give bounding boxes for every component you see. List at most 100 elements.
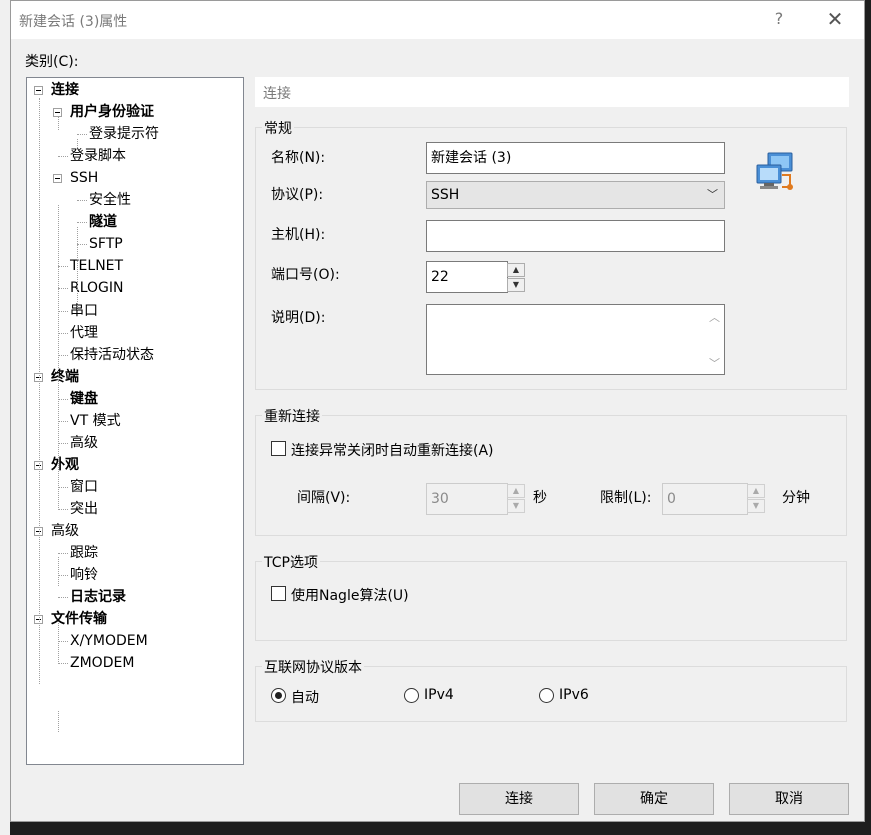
title-bar: 新建会话 (3)属性 ? ✕: [11, 1, 864, 39]
nagle-label[interactable]: 使用Nagle算法(U): [291, 585, 409, 605]
reconnect-group-title: 重新连接: [262, 406, 322, 426]
tree-item[interactable]: RLOGIN: [70, 277, 124, 299]
ipv6-radio[interactable]: [539, 688, 554, 703]
nagle-checkbox[interactable]: [271, 586, 286, 601]
tree-guide-line: [77, 134, 87, 136]
tree-guide-line: [77, 222, 87, 224]
protocol-select-value: SSH: [431, 187, 460, 203]
close-button[interactable]: ✕: [823, 7, 847, 31]
tree-guide-line: [58, 310, 68, 312]
spin-down-icon[interactable]: ▼: [507, 278, 525, 292]
tree-item[interactable]: 日志记录: [70, 586, 126, 608]
chevron-down-icon: ﹀: [707, 188, 718, 201]
tree-item[interactable]: 跟踪: [70, 542, 98, 564]
limit-unit: 分钟: [782, 490, 810, 506]
tree-item[interactable]: X/YMODEM: [70, 630, 148, 652]
spin-down-icon[interactable]: ▼: [507, 499, 525, 513]
tree-item[interactable]: 终端: [51, 366, 79, 388]
tree-guide-line: [77, 200, 87, 202]
category-label: 类别(C):: [25, 54, 79, 70]
tree-guide-line: [58, 641, 68, 643]
spin-up-icon[interactable]: ▲: [507, 263, 525, 277]
tree-guide-line: [77, 139, 78, 150]
tree-item[interactable]: 外观: [51, 454, 79, 476]
collapse-icon[interactable]: [53, 174, 62, 184]
tree-item[interactable]: 高级: [70, 432, 98, 454]
description-textarea[interactable]: ︿ ﹀: [426, 304, 725, 375]
tree-guide-line: [58, 332, 68, 334]
name-input[interactable]: 新建会话 (3): [426, 142, 725, 174]
host-label: 主机(H):: [271, 227, 326, 243]
protocol-select[interactable]: SSH ﹀: [426, 181, 725, 209]
interval-input[interactable]: 30: [426, 483, 508, 515]
collapse-icon[interactable]: [53, 108, 62, 118]
spin-up-icon[interactable]: ▲: [747, 484, 765, 498]
tree-item[interactable]: 保持活动状态: [70, 344, 154, 366]
tree-guide-line: [58, 486, 68, 488]
tree-item[interactable]: 代理: [70, 322, 98, 344]
tree-item[interactable]: 键盘: [70, 388, 98, 410]
tree-guide-line: [58, 557, 59, 586]
interval-unit: 秒: [533, 490, 547, 506]
tree-item[interactable]: 高级: [51, 520, 79, 542]
limit-label: 限制(L):: [600, 490, 652, 506]
ip-auto-label[interactable]: 自动: [291, 687, 319, 707]
collapse-icon[interactable]: [34, 86, 43, 95]
scroll-down-icon[interactable]: ﹀: [709, 355, 720, 371]
category-tree[interactable]: 连接 用户身份验证 登录提示符 登录脚本 SSH 安全性 隧道 SFTP TELNET RLOGI…: [26, 77, 244, 765]
session-properties-dialog: 新建会话 (3)属性 ? ✕ 类别(C): 连接 用户身份验证 登录提示符 登录脚本 S…: [10, 0, 865, 822]
general-group-title: 常规: [262, 118, 294, 138]
cancel-button[interactable]: 取消: [729, 783, 849, 815]
tree-item[interactable]: 响铃: [70, 564, 98, 586]
tree-item[interactable]: VT 模式: [70, 410, 121, 432]
help-button[interactable]: ?: [769, 9, 789, 28]
tree-guide-line: [58, 266, 68, 268]
ok-button[interactable]: 确定: [594, 783, 714, 815]
host-input[interactable]: [426, 220, 725, 252]
tree-item[interactable]: SFTP: [89, 233, 123, 255]
tree-item[interactable]: 登录脚本: [70, 145, 126, 167]
tree-guide-line: [58, 663, 68, 665]
description-label: 说明(D):: [271, 310, 326, 326]
tree-guide-line: [58, 398, 68, 400]
limit-input[interactable]: 0: [662, 483, 748, 515]
connect-button[interactable]: 连接: [459, 783, 579, 815]
auto-reconnect-label[interactable]: 连接异常关闭时自动重新连接(A): [291, 440, 494, 460]
tree-item[interactable]: 隧道: [89, 211, 117, 233]
spin-up-icon[interactable]: ▲: [507, 484, 525, 498]
protocol-label: 协议(P):: [271, 187, 324, 203]
port-label: 端口号(O):: [271, 267, 340, 283]
ipv4-radio[interactable]: [404, 688, 419, 703]
tree-item[interactable]: SSH: [70, 167, 98, 189]
tree-guide-line: [58, 420, 68, 422]
tree-guide-line: [58, 380, 59, 508]
tree-item[interactable]: 突出: [70, 498, 98, 520]
spin-down-icon[interactable]: ▼: [747, 499, 765, 513]
window-title: 新建会话 (3)属性: [19, 14, 128, 30]
tree-item[interactable]: 串口: [70, 300, 98, 322]
tree-item[interactable]: 安全性: [89, 189, 131, 211]
name-label: 名称(N):: [271, 150, 326, 166]
tree-guide-line: [58, 442, 68, 444]
port-input[interactable]: 22: [426, 261, 508, 293]
tree-item[interactable]: ZMODEM: [70, 652, 134, 674]
tree-item[interactable]: 用户身份验证: [70, 101, 154, 123]
tree-item[interactable]: 登录提示符: [89, 123, 159, 145]
tree-guide-line: [58, 575, 68, 577]
background-app-edge: [0, 0, 10, 835]
auto-reconnect-checkbox[interactable]: [271, 441, 286, 456]
section-header-title: 连接: [263, 86, 291, 102]
ipv6-label[interactable]: IPv6: [559, 687, 589, 703]
tree-guide-line: [58, 354, 68, 356]
tcp-group-title: TCP选项: [262, 552, 320, 572]
tree-item[interactable]: 窗口: [70, 476, 98, 498]
tree-guide-line: [77, 244, 87, 246]
reconnect-group: [255, 415, 847, 536]
tree-item[interactable]: 连接: [51, 79, 79, 101]
ipv4-label[interactable]: IPv4: [424, 687, 454, 703]
scroll-up-icon[interactable]: ︿: [709, 309, 720, 325]
tree-guide-line: [58, 117, 59, 130]
ip-auto-radio[interactable]: [271, 688, 286, 703]
tree-item[interactable]: 文件传输: [51, 608, 107, 630]
tree-guide-line: [58, 288, 68, 290]
